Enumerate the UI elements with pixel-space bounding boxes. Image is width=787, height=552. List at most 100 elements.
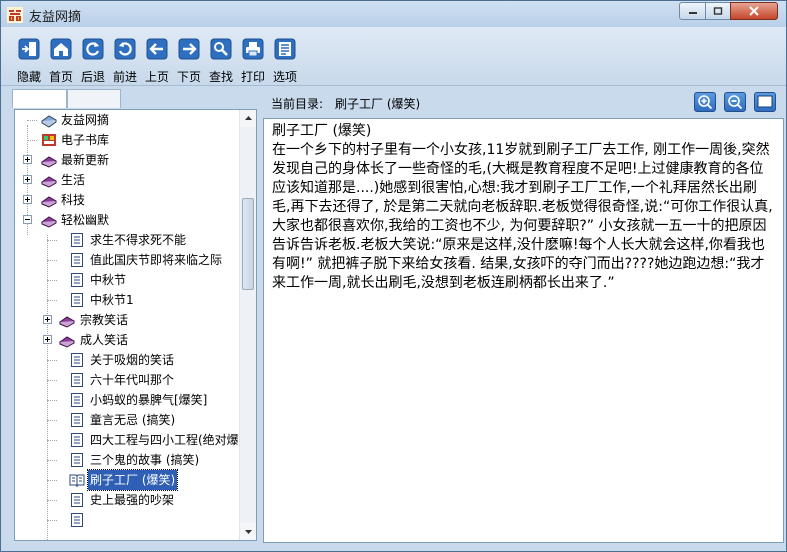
document-icon [71, 293, 83, 307]
tree-node-label: 小蚂蚁的暴脾气[爆笑] [90, 393, 208, 407]
arrow-left-icon [146, 38, 168, 60]
document-icon [71, 513, 83, 527]
restore-icon [713, 7, 723, 15]
navigation-panel: 友益网摘 电子书库 最新更新 生活 科技 轻松幽默 求生不得求死不能 值此国庆节… [10, 89, 261, 545]
print-button[interactable]: 打印 [237, 37, 269, 85]
hide-button[interactable]: 隐藏 [13, 37, 45, 85]
document-icon [71, 453, 83, 467]
tree-node-tech[interactable]: 科技 [15, 190, 235, 210]
collapse-toggle[interactable] [23, 215, 32, 224]
zoom-in-button[interactable] [694, 92, 716, 112]
tree-node-label: 中秋节1 [90, 293, 134, 307]
tree-node-article[interactable]: 四大工程与四小工程(绝对爆 [15, 430, 239, 450]
tree-node-article[interactable]: 史上最强的吵架 [15, 490, 239, 510]
find-label: 查找 [208, 70, 233, 84]
chevron-down-icon [245, 530, 252, 534]
tree-node-article[interactable]: 小蚂蚁的暴脾气[爆笑] [15, 390, 239, 410]
tree-node-label: 关于吸烟的笑话 [90, 353, 175, 367]
tree-node-article[interactable]: 三个鬼的故事 (搞笑) [15, 450, 239, 470]
tree-node-religion-jokes[interactable]: 宗教笑话 [15, 310, 239, 330]
app-logo-icon [7, 7, 23, 23]
tree-node-article[interactable]: 中秋节1 [15, 290, 239, 310]
document-icon [71, 233, 83, 247]
article-view[interactable]: 刷子工厂 (爆笑) 在一个乡下的村子里有一个小女孩,11岁就到刷子工厂去工作, … [263, 118, 784, 543]
scroll-thumb[interactable] [242, 198, 254, 290]
home-label: 首页 [48, 70, 73, 84]
tree-node-latest[interactable]: 最新更新 [15, 150, 235, 170]
next-page-button[interactable]: 下页 [173, 37, 205, 85]
hide-label: 隐藏 [16, 70, 41, 84]
expand-toggle[interactable] [23, 155, 32, 164]
minimize-icon [688, 12, 697, 14]
restore-button[interactable] [705, 2, 731, 20]
expand-toggle[interactable] [23, 195, 32, 204]
tree-content: 友益网摘 电子书库 最新更新 生活 科技 轻松幽默 求生不得求死不能 值此国庆节… [15, 110, 239, 540]
close-button[interactable] [730, 2, 778, 20]
tree-node-article[interactable]: 值此国庆节即将来临之际 [15, 250, 239, 270]
tree-node-article[interactable]: 中秋节 [15, 270, 239, 290]
tree-scrollbar[interactable] [239, 110, 256, 540]
tree-node-article-selected[interactable]: 刷子工厂 (爆笑) [15, 469, 239, 491]
arrow-right-icon [178, 38, 200, 60]
tree-node-root[interactable]: 友益网摘 [15, 110, 235, 130]
tree-node-label: 六十年代叫那个 [90, 373, 175, 387]
print-label: 打印 [240, 70, 265, 84]
purple-book-icon [41, 156, 57, 168]
close-icon [749, 6, 759, 16]
document-icon [71, 493, 83, 507]
purple-book-icon [41, 176, 57, 188]
expand-toggle[interactable] [43, 315, 52, 324]
options-label: 选项 [272, 70, 297, 84]
zoom-out-button[interactable] [724, 92, 746, 112]
tree-node-article[interactable]: 童言无忌 (搞笑) [15, 410, 239, 430]
options-button[interactable]: 选项 [269, 37, 301, 85]
tree-node-label: 史上最强的吵架 [90, 493, 175, 507]
prev-page-button[interactable]: 上页 [141, 37, 173, 85]
scroll-up-button[interactable] [240, 110, 256, 127]
home-button[interactable]: 首页 [45, 37, 77, 85]
title-bar[interactable]: 友益网摘 [1, 1, 786, 27]
ebook-library-icon [42, 134, 56, 146]
zoom-in-icon [698, 95, 713, 110]
back-button[interactable]: 后退 [77, 37, 109, 85]
tree-node-article[interactable]: 求生不得求死不能 [15, 230, 239, 250]
current-directory-label: 当前目录: [271, 97, 324, 111]
purple-book-icon [59, 316, 75, 328]
purple-book-icon [41, 196, 57, 208]
article-title: 刷子工厂 (爆笑) [272, 123, 372, 139]
expand-toggle[interactable] [43, 335, 52, 344]
minimize-button[interactable] [679, 2, 706, 20]
tab-index[interactable] [67, 89, 121, 108]
tree-node-label: 求生不得求死不能 [90, 233, 187, 247]
refresh-forward-icon [114, 38, 136, 60]
tree-node-article[interactable]: 关于吸烟的笑话 [15, 350, 239, 370]
zoom-out-icon [728, 95, 743, 110]
globe-book-icon [41, 115, 57, 128]
tab-contents[interactable] [12, 89, 67, 108]
tree-node-life[interactable]: 生活 [15, 170, 235, 190]
tree-node-ebooks[interactable]: 电子书库 [15, 130, 235, 150]
app-window: 友益网摘 隐藏 首页 后退 前进 上页 下页 查找 打印 选项 友益网摘 电子书… [0, 0, 787, 552]
content-panel: 当前目录: 刷子工厂 (爆笑) 刷子工厂 (爆笑) 在一个乡下的村子里有一个小女… [263, 89, 784, 545]
tree-node-adult-jokes[interactable]: 成人笑话 [15, 330, 239, 350]
scroll-down-button[interactable] [240, 523, 256, 540]
options-icon [274, 38, 296, 60]
document-icon [71, 373, 83, 387]
open-book-icon [69, 474, 85, 488]
document-icon [71, 393, 83, 407]
hide-icon [18, 38, 40, 60]
expand-toggle[interactable] [23, 175, 32, 184]
document-icon [71, 253, 83, 267]
tree-node-article[interactable]: 六十年代叫那个 [15, 370, 239, 390]
purple-book-icon [59, 336, 75, 348]
tree-view: 友益网摘 电子书库 最新更新 生活 科技 轻松幽默 求生不得求死不能 值此国庆节… [14, 109, 257, 541]
forward-button[interactable]: 前进 [109, 37, 141, 85]
next-page-label: 下页 [176, 70, 201, 84]
refresh-back-icon [82, 38, 104, 60]
tree-node-humor[interactable]: 轻松幽默 [15, 210, 235, 230]
fullscreen-button[interactable] [754, 92, 776, 112]
find-button[interactable]: 查找 [205, 37, 237, 85]
tree-node-label: 三个鬼的故事 (搞笑) [90, 453, 200, 467]
monitor-icon [757, 95, 773, 108]
tree-node-article-partial[interactable] [15, 510, 239, 530]
